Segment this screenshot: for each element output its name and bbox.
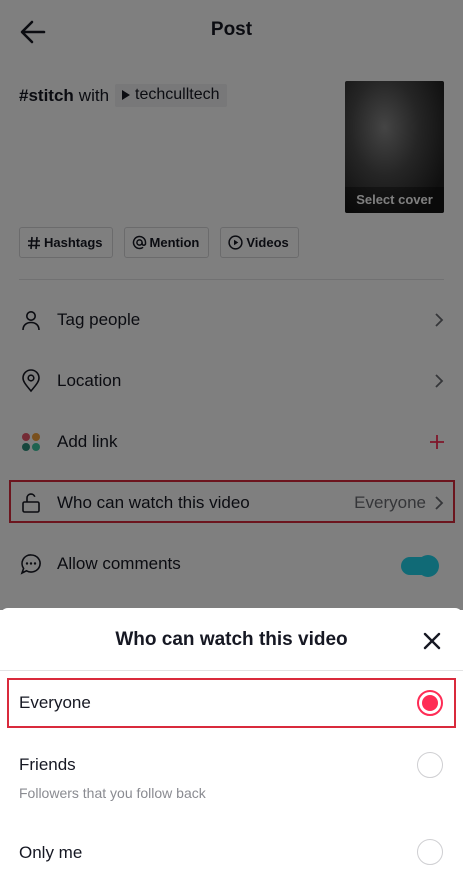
option-friends-radio[interactable] [417,752,443,778]
option-friends-subtitle: Followers that you follow back [19,785,206,801]
sheet-divider [0,670,463,671]
modal-overlay[interactable] [0,0,463,610]
post-screen: Post #stitch with techculltech Select co… [0,0,463,893]
option-friends-label: Friends [19,755,76,774]
close-icon[interactable] [423,632,441,650]
option-everyone-highlight [7,678,456,728]
option-only-me-radio[interactable] [417,839,443,865]
sheet-title: Who can watch this video [115,629,348,650]
option-only-me-label: Only me [19,843,83,862]
